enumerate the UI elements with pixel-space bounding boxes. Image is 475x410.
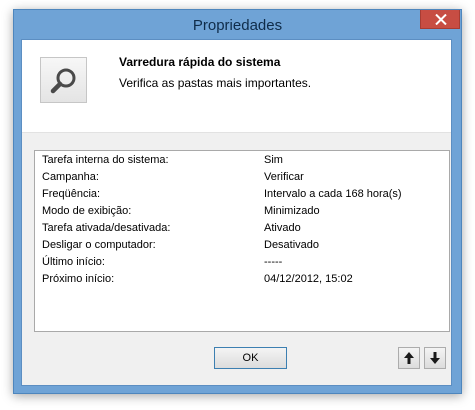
property-row: Tarefa ativada/desativada: Ativado <box>35 220 449 237</box>
move-down-button[interactable] <box>424 347 446 369</box>
property-value: 04/12/2012, 15:02 <box>264 273 353 285</box>
task-icon-box <box>40 57 87 103</box>
property-label: Próximo início: <box>42 273 115 285</box>
arrow-up-icon <box>404 352 414 364</box>
property-label: Modo de exibição: <box>42 205 132 217</box>
arrow-down-icon <box>430 352 440 364</box>
property-row: Próximo início: 04/12/2012, 15:02 <box>35 271 449 288</box>
close-button[interactable] <box>420 10 460 29</box>
property-label: Freqüência: <box>42 188 101 200</box>
property-label: Tarefa ativada/desativada: <box>42 222 171 234</box>
property-row: Campanha: Verificar <box>35 169 449 186</box>
task-description: Verifica as pastas mais importantes. <box>119 76 312 90</box>
dialog-body: Varredura rápida do sistema Verifica as … <box>21 39 452 386</box>
property-label: Campanha: <box>42 171 99 183</box>
search-icon <box>50 68 76 94</box>
property-value: Verificar <box>264 171 304 183</box>
task-title: Varredura rápida do sistema <box>119 55 281 69</box>
property-value: Desativado <box>264 239 320 251</box>
property-row: Desligar o computador: Desativado <box>35 237 449 254</box>
property-value: Minimizado <box>264 205 320 217</box>
property-label: Desligar o computador: <box>42 239 156 251</box>
title-bar[interactable]: Propriedades <box>14 10 461 39</box>
properties-list: Tarefa interna do sistema: Sim Campanha:… <box>34 150 450 332</box>
property-label: Tarefa interna do sistema: <box>42 154 169 166</box>
window-title: Propriedades <box>192 17 283 34</box>
property-value: ----- <box>264 256 283 268</box>
task-header: Varredura rápida do sistema Verifica as … <box>22 40 451 133</box>
ok-button[interactable]: OK <box>214 347 287 369</box>
property-row: Último início: ----- <box>35 254 449 271</box>
property-label: Último início: <box>42 256 105 268</box>
properties-dialog: Propriedades Varredura rápida do sistema… <box>13 9 462 394</box>
property-value: Intervalo a cada 168 hora(s) <box>264 188 402 200</box>
move-up-button[interactable] <box>398 347 420 369</box>
close-icon <box>435 14 447 25</box>
property-value: Ativado <box>264 222 301 234</box>
property-row: Modo de exibição: Minimizado <box>35 203 449 220</box>
property-value: Sim <box>264 154 283 166</box>
property-row: Freqüência: Intervalo a cada 168 hora(s) <box>35 186 449 203</box>
property-row: Tarefa interna do sistema: Sim <box>35 152 449 169</box>
